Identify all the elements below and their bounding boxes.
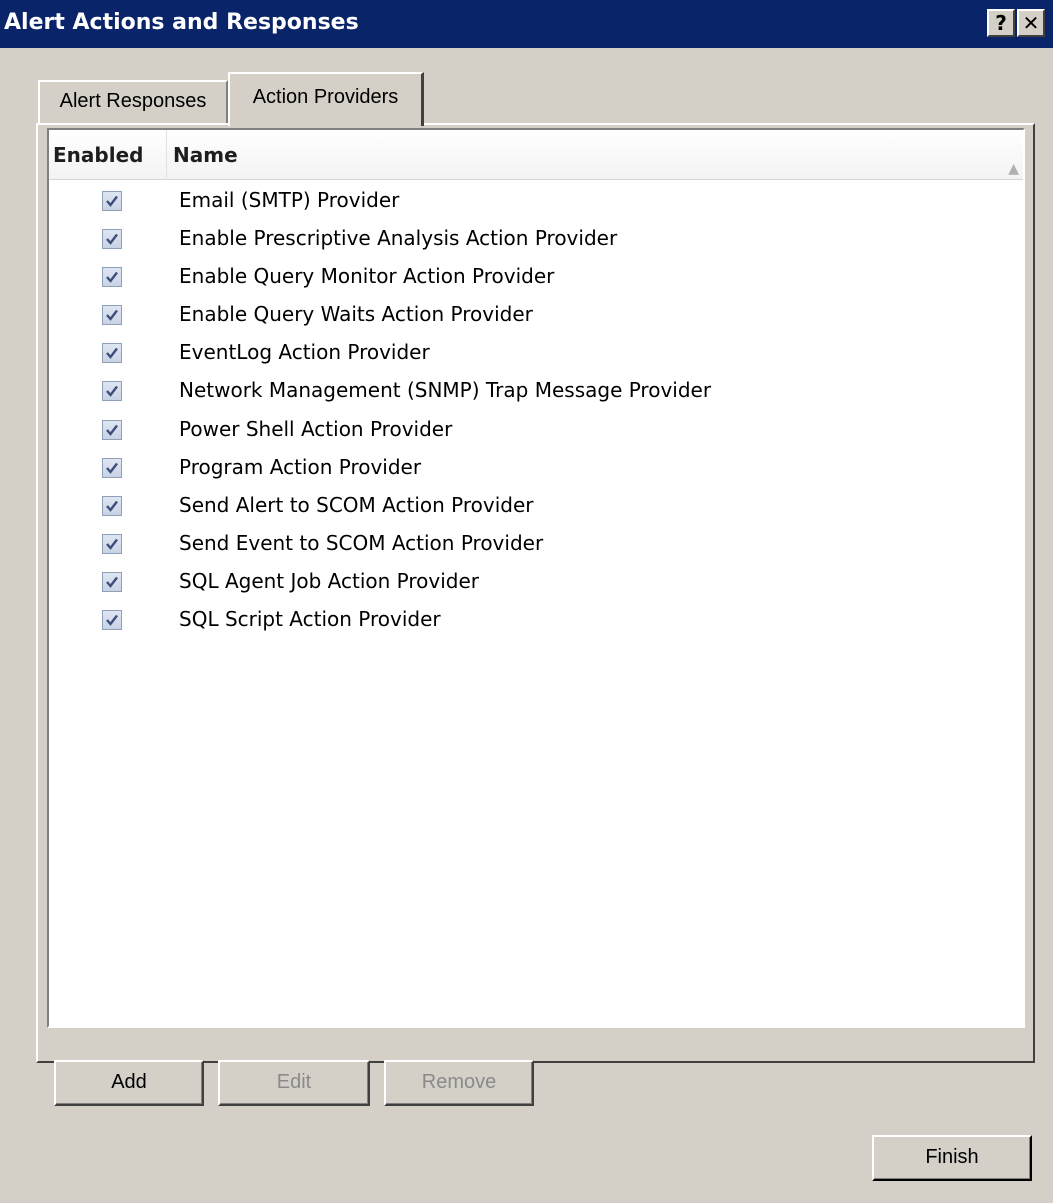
provider-name: Enable Query Monitor Action Provider	[179, 264, 555, 289]
provider-name: SQL Agent Job Action Provider	[179, 568, 480, 593]
list-item[interactable]: Power Shell Action Provider	[49, 411, 1023, 449]
list-item[interactable]: Network Management (SNMP) Trap Message P…	[49, 372, 1023, 410]
checkmark-icon	[106, 614, 118, 626]
edit-button-label: Edit	[276, 1071, 312, 1093]
column-name-label: Name	[173, 143, 238, 167]
enabled-checkbox[interactable]	[102, 343, 122, 364]
remove-button-label: Remove	[421, 1071, 497, 1093]
column-enabled-label: Enabled	[53, 143, 144, 167]
provider-name: SQL Script Action Provider	[179, 607, 441, 632]
alert-actions-dialog: Alert Actions and Responses ? ✕ Alert Re…	[0, 0, 1053, 1203]
tab-action-providers-label: Action Providers	[252, 86, 399, 108]
enabled-checkbox[interactable]	[102, 191, 122, 211]
provider-name: Email (SMTP) Provider	[179, 188, 400, 212]
window-title: Alert Actions and Responses	[4, 10, 359, 35]
enabled-checkbox[interactable]	[102, 267, 122, 288]
list-item[interactable]: SQL Agent Job Action Provider	[49, 563, 1023, 601]
remove-button[interactable]: Remove	[384, 1060, 534, 1106]
title-bar[interactable]: Alert Actions and Responses ? ✕	[0, 0, 1053, 48]
tab-action-providers[interactable]: Action Providers	[228, 72, 424, 126]
checkmark-icon	[106, 271, 118, 284]
help-button[interactable]: ?	[987, 9, 1015, 37]
list-item[interactable]: Enable Query Monitor Action Provider	[49, 258, 1023, 296]
provider-name: Enable Query Waits Action Provider	[179, 302, 533, 327]
edit-button[interactable]: Edit	[218, 1060, 370, 1106]
enabled-checkbox[interactable]	[102, 457, 122, 478]
tab-alert-responses-label: Alert Responses	[59, 90, 207, 112]
provider-name: EventLog Action Provider	[179, 340, 430, 365]
add-button[interactable]: Add	[54, 1060, 204, 1106]
add-button-label: Add	[111, 1071, 147, 1093]
list-item[interactable]: Enable Query Waits Action Provider	[49, 296, 1023, 334]
enabled-checkbox[interactable]	[102, 610, 122, 631]
checkmark-icon	[106, 538, 118, 550]
tab-alert-responses[interactable]: Alert Responses	[38, 80, 228, 124]
provider-name: Power Shell Action Provider	[179, 416, 453, 441]
enabled-checkbox[interactable]	[102, 305, 122, 326]
checkmark-icon	[106, 500, 118, 512]
list-item[interactable]: EventLog Action Provider	[49, 334, 1023, 372]
provider-name: Program Action Provider	[179, 454, 422, 479]
checkmark-icon	[106, 348, 118, 360]
provider-name: Network Management (SNMP) Trap Message P…	[179, 378, 712, 403]
provider-name: Send Alert to SCOM Action Provider	[179, 492, 534, 517]
column-header-name[interactable]: Name ▲	[169, 130, 1027, 180]
provider-name: Send Event to SCOM Action Provider	[179, 530, 544, 555]
provider-name: Enable Prescriptive Analysis Action Prov…	[179, 226, 618, 251]
list-item[interactable]: Send Event to SCOM Action Provider	[49, 525, 1023, 563]
enabled-checkbox[interactable]	[102, 495, 122, 516]
enabled-checkbox[interactable]	[102, 419, 122, 440]
enabled-checkbox[interactable]	[102, 533, 122, 554]
finish-button[interactable]: Finish	[872, 1135, 1032, 1181]
close-icon: ✕	[1022, 11, 1040, 35]
help-icon: ?	[995, 11, 1007, 35]
checkmark-icon	[106, 462, 118, 474]
checkmark-icon	[106, 310, 118, 322]
list-header: Enabled Name ▲	[49, 130, 1023, 180]
checkmark-icon	[106, 386, 118, 398]
checkmark-icon	[106, 424, 118, 436]
checkmark-icon	[106, 233, 118, 245]
list-item[interactable]: Send Alert to SCOM Action Provider	[49, 487, 1023, 525]
enabled-checkbox[interactable]	[102, 571, 122, 592]
checkmark-icon	[106, 195, 118, 207]
checkmark-icon	[106, 576, 118, 588]
list-rows: Email (SMTP) Provider Enable Prescriptive…	[49, 182, 1023, 639]
enabled-checkbox[interactable]	[102, 381, 122, 402]
finish-button-label: Finish	[925, 1146, 979, 1168]
list-item[interactable]: Enable Prescriptive Analysis Action Prov…	[49, 220, 1023, 258]
list-item[interactable]: SQL Script Action Provider	[49, 601, 1023, 639]
list-item[interactable]: Program Action Provider	[49, 449, 1023, 487]
list-item[interactable]: Email (SMTP) Provider	[49, 182, 1023, 220]
column-header-enabled[interactable]: Enabled	[49, 130, 167, 180]
providers-list[interactable]: Enabled Name ▲ Email (SMTP) Provider Enab…	[47, 128, 1025, 1028]
enabled-checkbox[interactable]	[102, 229, 122, 250]
close-button[interactable]: ✕	[1017, 9, 1045, 37]
